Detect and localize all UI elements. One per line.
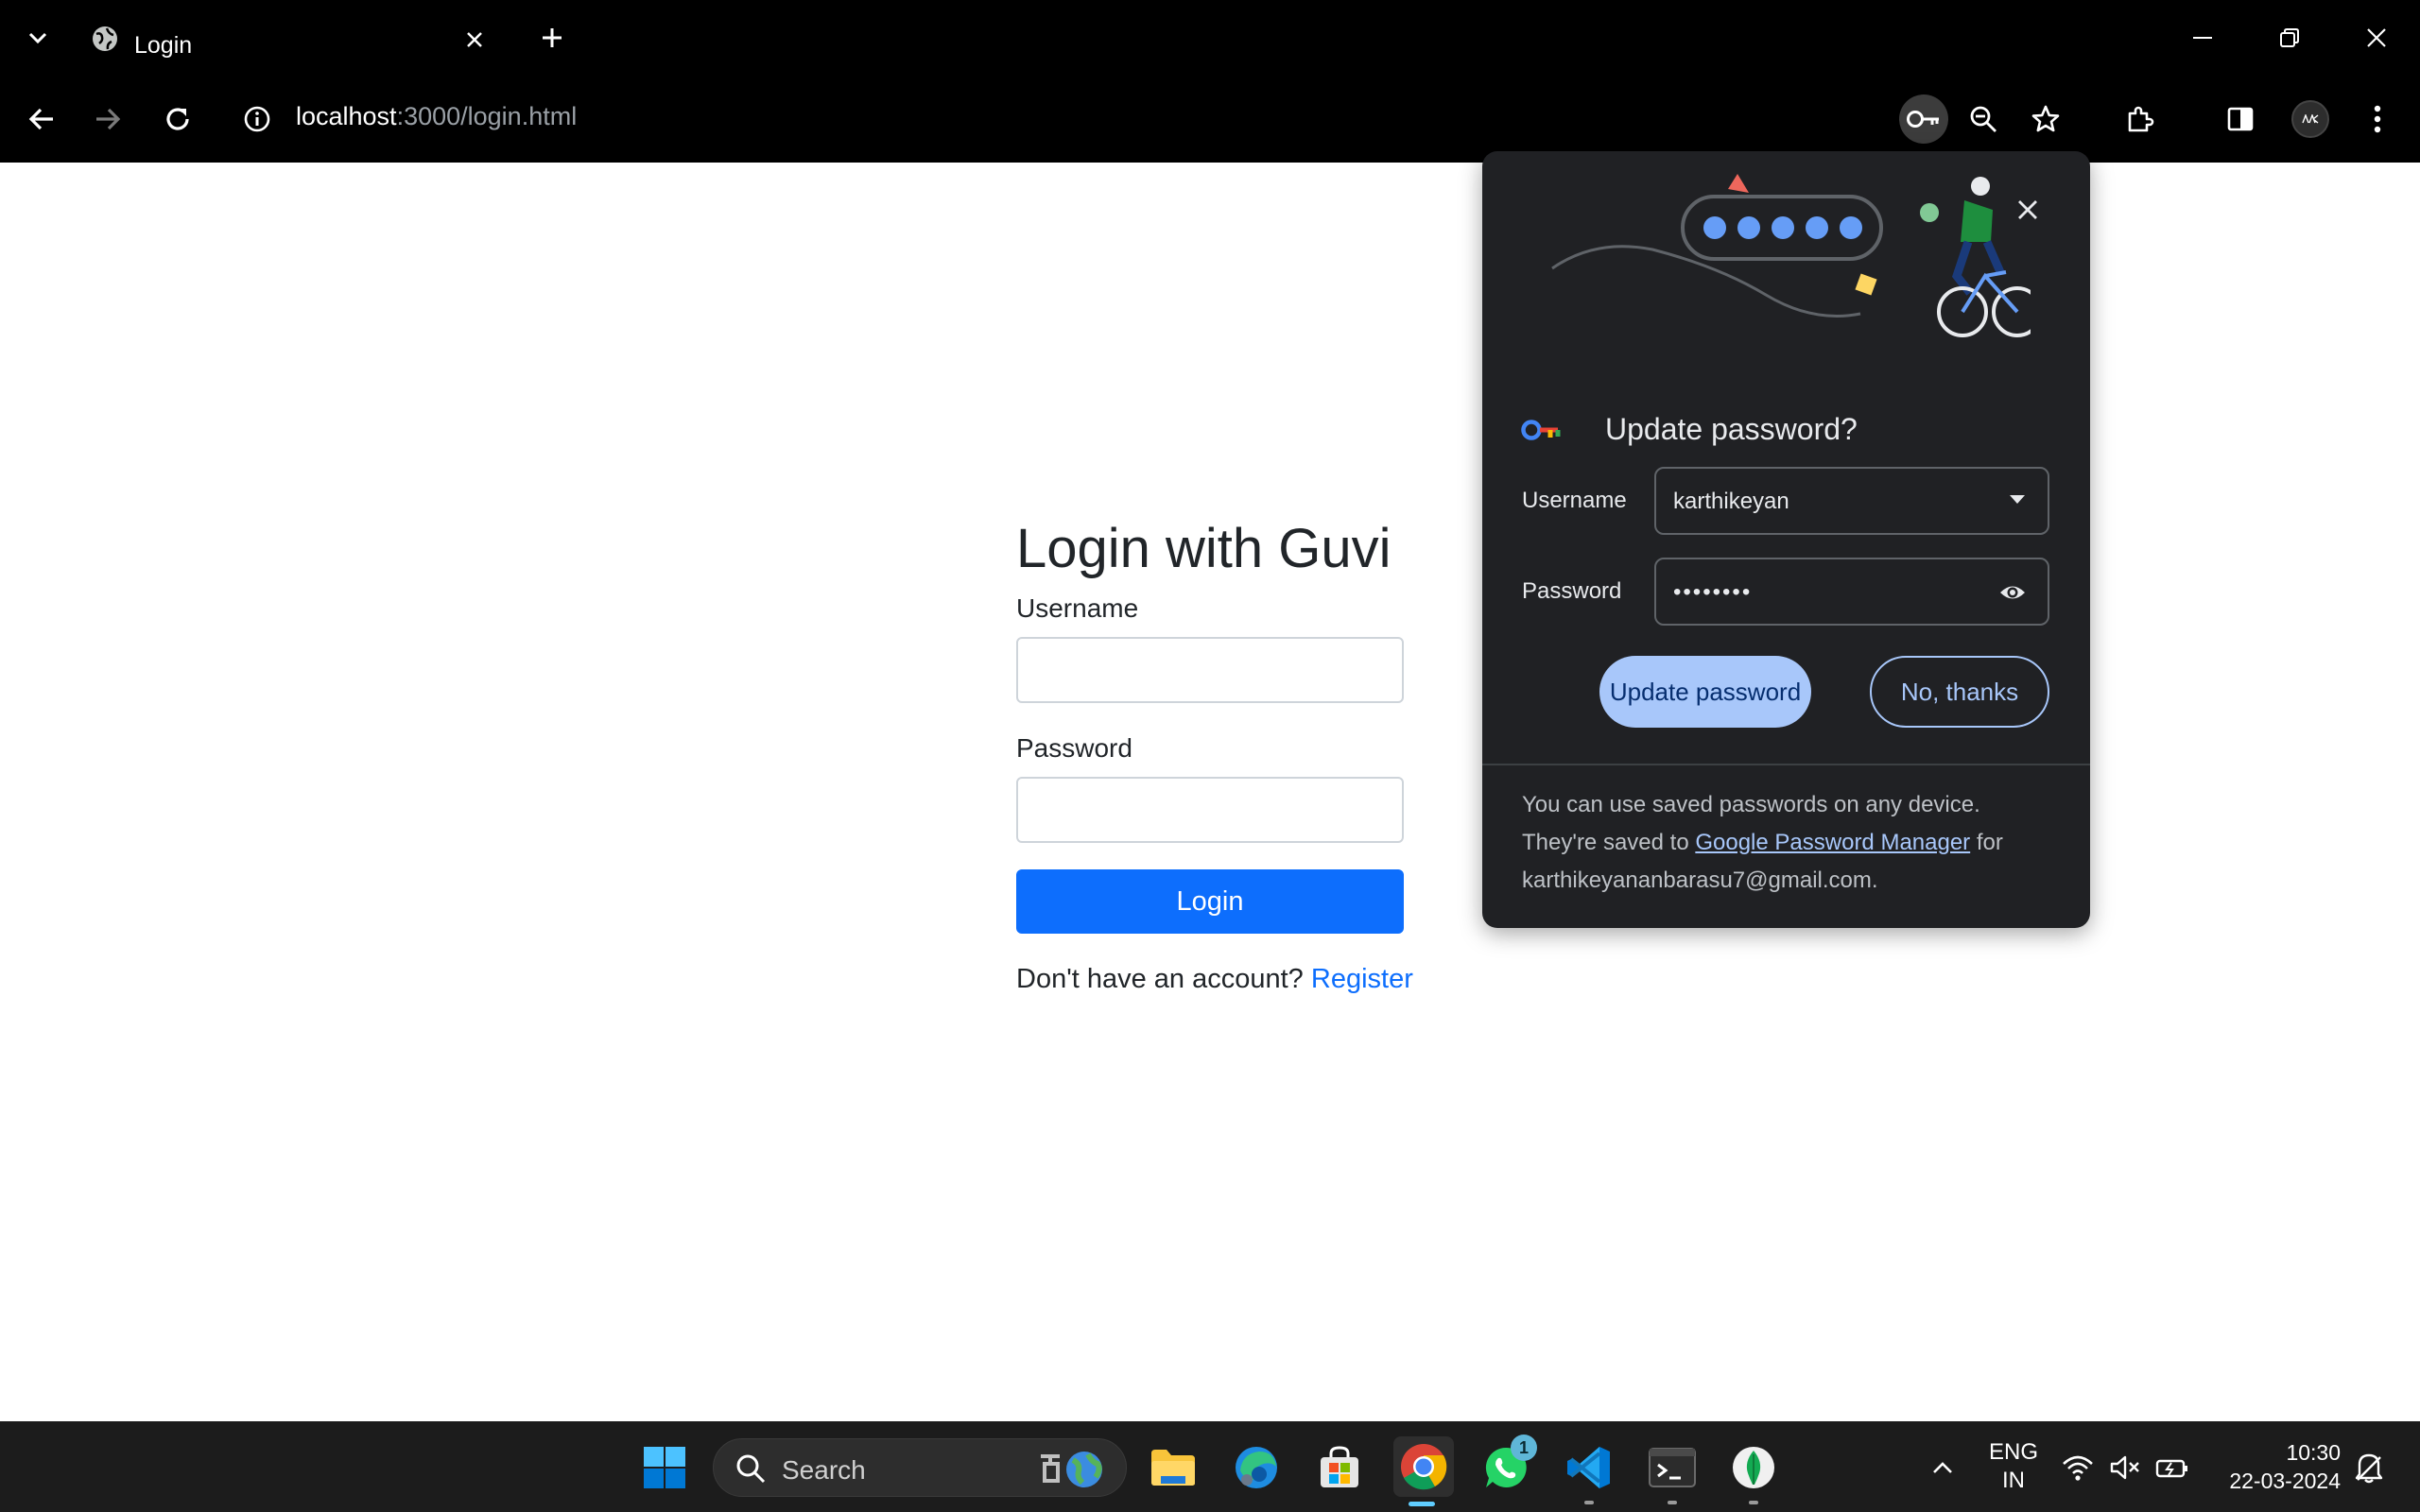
clock-date: 22-03-2024 <box>2229 1469 2341 1493</box>
browser-toolbar: localhost:3000/login.html <box>0 76 2420 163</box>
volume-muted-icon[interactable] <box>2104 1440 2146 1495</box>
menu-kebab-icon[interactable] <box>2353 94 2402 144</box>
taskbar-search-box[interactable]: Search <box>713 1438 1127 1497</box>
search-icon <box>735 1452 767 1485</box>
extensions-puzzle-icon[interactable] <box>2116 94 2165 144</box>
globe-icon <box>91 25 119 53</box>
show-hidden-icons-chevron-icon[interactable] <box>1915 1440 1970 1495</box>
register-link[interactable]: Register <box>1311 964 1413 994</box>
battery-charging-icon[interactable] <box>2152 1440 2193 1495</box>
windows-taskbar: Search 1 ENG IN 10:30 22-03-2024 <box>0 1421 2420 1512</box>
register-prompt: Don't have an account? Register <box>1016 964 1413 995</box>
zoom-out-icon[interactable] <box>1959 94 2008 144</box>
avatar <box>2291 100 2329 138</box>
bubble-password-value: •••••••• <box>1673 579 1753 605</box>
bookmark-star-icon[interactable] <box>2021 94 2070 144</box>
new-tab-plus-icon[interactable] <box>533 19 571 57</box>
notifications-bell-icon[interactable] <box>2348 1440 2390 1495</box>
microsoft-store-icon[interactable] <box>1312 1440 1367 1495</box>
bubble-password-field[interactable]: •••••••• <box>1654 558 2049 626</box>
google-password-manager-link[interactable]: Google Password Manager <box>1695 830 1970 855</box>
url-path: :3000/login.html <box>396 102 578 130</box>
taskbar-search-label: Search <box>782 1455 866 1485</box>
address-bar-url[interactable]: localhost:3000/login.html <box>296 102 577 131</box>
site-info-icon[interactable] <box>238 100 276 138</box>
chrome-taskbar-icon[interactable] <box>1393 1436 1454 1506</box>
language-code: ENG <box>1989 1439 2039 1465</box>
login-button[interactable]: Login <box>1016 869 1404 934</box>
password-input[interactable] <box>1016 777 1404 843</box>
close-window-icon[interactable] <box>2346 15 2407 60</box>
running-indicator <box>1668 1501 1677 1504</box>
forward-arrow-icon[interactable] <box>83 94 132 144</box>
bubble-title: Update password? <box>1605 412 1858 446</box>
mongodb-compass-icon[interactable] <box>1726 1440 1781 1504</box>
terminal-icon[interactable] <box>1645 1440 1700 1504</box>
clock-time: 10:30 <box>2286 1440 2341 1465</box>
no-account-text: Don't have an account? <box>1016 964 1311 994</box>
bubble-close-icon[interactable] <box>2009 191 2047 229</box>
username-label: Username <box>1016 593 1139 623</box>
username-input[interactable] <box>1016 637 1404 703</box>
browser-tab-strip: Login <box>0 0 2420 76</box>
update-password-button[interactable]: Update password <box>1599 656 1811 728</box>
show-password-eye-icon[interactable] <box>1998 580 2027 605</box>
file-explorer-icon[interactable] <box>1146 1440 1201 1495</box>
tab-close-icon[interactable] <box>459 25 490 55</box>
whatsapp-icon[interactable]: 1 <box>1478 1435 1537 1495</box>
bubble-username-value: karthikeyan <box>1673 489 1789 514</box>
browser-tab-login[interactable]: Login <box>76 9 512 76</box>
wifi-icon[interactable] <box>2057 1440 2099 1495</box>
bubble-username-dropdown[interactable]: karthikeyan <box>1654 467 2049 535</box>
running-indicator <box>1749 1501 1758 1504</box>
tab-search-chevron-icon[interactable] <box>19 19 57 57</box>
bubble-username-label: Username <box>1522 488 1627 513</box>
google-key-icon <box>1520 418 1567 442</box>
password-illustration <box>1548 172 2031 337</box>
no-thanks-button[interactable]: No, thanks <box>1870 656 2049 728</box>
back-arrow-icon[interactable] <box>17 94 66 144</box>
password-key-icon[interactable] <box>1899 94 1948 144</box>
reload-icon[interactable] <box>153 94 202 144</box>
restore-window-icon[interactable] <box>2259 15 2320 60</box>
input-language-indicator[interactable]: ENG IN <box>1989 1438 2038 1495</box>
url-host: localhost <box>296 102 397 130</box>
bubble-password-label: Password <box>1522 578 1622 604</box>
minimize-icon[interactable] <box>2172 15 2233 60</box>
windows-start-icon[interactable] <box>637 1440 692 1495</box>
bubble-divider <box>1482 764 2090 765</box>
page-title: Login with Guvi <box>1016 518 1392 579</box>
update-password-bubble: Update password? Username karthikeyan Pa… <box>1482 151 2090 928</box>
side-panel-icon[interactable] <box>2216 94 2265 144</box>
vscode-icon[interactable] <box>1562 1440 1616 1504</box>
dropdown-arrow-icon <box>2010 495 2025 504</box>
active-app-indicator <box>1409 1502 1435 1506</box>
password-label: Password <box>1016 733 1132 763</box>
notification-badge: 1 <box>1511 1435 1537 1461</box>
region-code: IN <box>2002 1468 2025 1493</box>
login-form: Login with Guvi Username Password Login … <box>1016 518 1413 995</box>
profile-avatar-icon[interactable] <box>2286 94 2335 144</box>
search-highlight-globe-icon <box>1041 1452 1102 1487</box>
tab-title: Login <box>134 32 193 59</box>
bubble-footer-text: You can use saved passwords on any devic… <box>1522 786 2061 900</box>
taskbar-clock[interactable]: 10:30 22-03-2024 <box>2216 1438 2341 1495</box>
microsoft-edge-icon[interactable] <box>1229 1440 1284 1495</box>
running-indicator <box>1584 1501 1594 1504</box>
